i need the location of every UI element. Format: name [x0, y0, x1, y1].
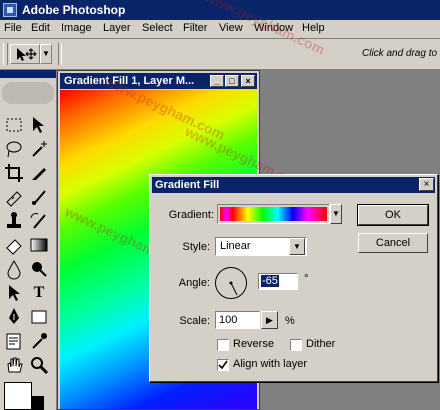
pen-tool-icon[interactable] — [3, 306, 25, 328]
dither-label: Dither — [306, 338, 336, 350]
scale-value: 100 — [219, 314, 238, 326]
menu-file[interactable]: File — [4, 22, 22, 34]
gradient-dropdown-button[interactable]: ▼ — [330, 204, 342, 224]
toolbox-eye-logo-icon — [2, 82, 54, 104]
gradient-preview — [220, 207, 327, 221]
menu-image[interactable]: Image — [61, 22, 92, 34]
ok-button[interactable]: OK — [357, 204, 429, 226]
photoshop-logo-icon — [3, 3, 17, 17]
angle-dial-indicator-icon — [229, 281, 238, 296]
toolbox-title-bar — [0, 70, 56, 78]
options-bar: ▼ Click and drag to m — [0, 39, 440, 70]
brush-tool-icon[interactable] — [28, 186, 50, 208]
document-title-bar[interactable]: Gradient Fill 1, Layer M... _ □ × — [60, 73, 257, 89]
options-bar-grip[interactable] — [3, 43, 8, 65]
scale-input[interactable]: 100 — [215, 311, 260, 329]
slice-tool-icon[interactable] — [28, 162, 50, 184]
checkmark-icon — [218, 360, 228, 370]
options-separator — [58, 43, 62, 65]
gradient-tool-icon[interactable] — [28, 234, 50, 256]
dodge-tool-icon[interactable] — [28, 258, 50, 280]
marquee-tool-icon[interactable] — [3, 114, 25, 136]
menu-bar: File Edit Image Layer Select Filter View… — [0, 20, 440, 39]
lasso-tool-icon[interactable] — [3, 138, 25, 160]
tool-preset-button[interactable] — [10, 44, 40, 64]
path-selection-tool-icon[interactable] — [3, 282, 25, 304]
reverse-label: Reverse — [233, 338, 274, 350]
cancel-button[interactable]: Cancel — [358, 233, 428, 253]
menu-select[interactable]: Select — [142, 22, 173, 34]
minimize-button[interactable]: _ — [210, 75, 224, 87]
menu-view[interactable]: View — [219, 22, 243, 34]
dither-checkbox[interactable] — [290, 339, 302, 351]
angle-input[interactable]: -65 — [258, 273, 298, 290]
angle-unit: ° — [304, 273, 309, 285]
close-button[interactable]: × — [241, 75, 255, 87]
shape-tool-icon[interactable] — [28, 306, 50, 328]
scale-slider-button[interactable]: ▶ — [261, 311, 278, 329]
scale-label: Scale: — [179, 315, 210, 327]
menu-filter[interactable]: Filter — [183, 22, 207, 34]
maximize-button[interactable]: □ — [225, 75, 239, 87]
move-tool-icon — [17, 48, 37, 61]
zoom-tool-icon[interactable] — [28, 354, 50, 376]
dialog-close-button[interactable]: × — [419, 178, 434, 191]
tool-preset-dropdown[interactable]: ▼ — [40, 44, 52, 64]
align-with-layer-label: Align with layer — [233, 358, 307, 370]
eyedropper-tool-icon[interactable] — [28, 330, 50, 352]
notes-tool-icon[interactable] — [3, 330, 25, 352]
move-tool-icon[interactable] — [28, 114, 50, 136]
foreground-color-swatch[interactable] — [4, 382, 32, 410]
style-dropdown-button[interactable]: ▼ — [289, 238, 305, 255]
dialog-title-bar[interactable]: Gradient Fill × — [152, 177, 435, 193]
gradient-label: Gradient: — [168, 209, 214, 221]
history-brush-tool-icon[interactable] — [28, 210, 50, 232]
clone-stamp-tool-icon[interactable] — [3, 210, 25, 232]
type-tool-icon[interactable]: T — [28, 282, 50, 304]
magic-wand-tool-icon[interactable] — [28, 138, 50, 160]
angle-label: Angle: — [178, 277, 210, 289]
toolbox: T — [0, 70, 57, 410]
align-with-layer-checkbox[interactable] — [217, 359, 229, 371]
reverse-checkbox[interactable] — [217, 339, 229, 351]
style-value: Linear — [220, 240, 251, 252]
angle-dial[interactable] — [215, 267, 247, 299]
gradient-picker[interactable] — [217, 204, 330, 224]
gradient-fill-dialog: Gradient Fill × OK Cancel Gradient: ▼ St… — [149, 174, 438, 382]
dialog-title: Gradient Fill — [155, 179, 220, 191]
crop-tool-icon[interactable] — [3, 162, 25, 184]
blur-tool-icon[interactable] — [3, 258, 25, 280]
healing-brush-tool-icon[interactable] — [3, 186, 25, 208]
app-title: Adobe Photoshop — [22, 3, 126, 17]
menu-layer[interactable]: Layer — [103, 22, 131, 34]
options-hint-text: Click and drag to m — [362, 48, 440, 59]
style-label: Style: — [182, 241, 210, 253]
scale-unit: % — [285, 315, 295, 327]
hand-tool-icon[interactable] — [3, 354, 25, 376]
menu-edit[interactable]: Edit — [31, 22, 50, 34]
angle-value: -65 — [261, 275, 279, 287]
eraser-tool-icon[interactable] — [3, 234, 25, 256]
